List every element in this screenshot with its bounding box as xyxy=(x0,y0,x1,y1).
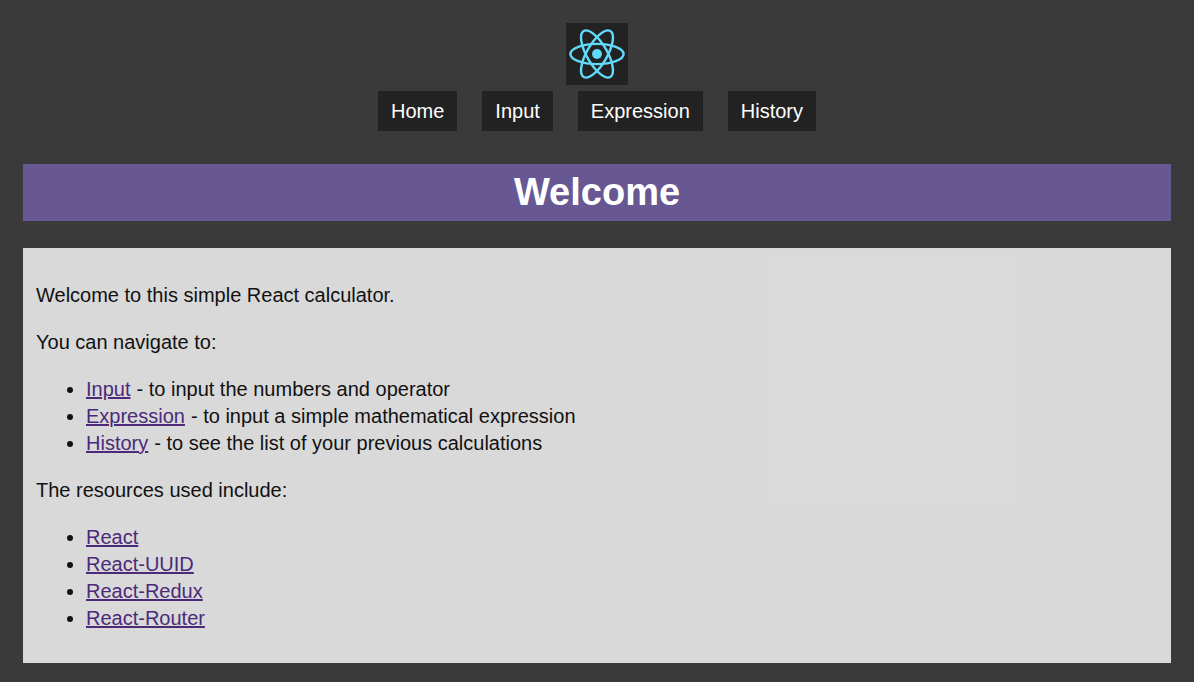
resources-item: React-UUID xyxy=(86,551,1158,578)
resources-item: React xyxy=(86,524,1158,551)
header: Home Input Expression History xyxy=(0,23,1194,131)
page-heading: Welcome xyxy=(23,164,1171,221)
intro-text: Welcome to this simple React calculator. xyxy=(36,282,1158,309)
nav-button[interactable]: History xyxy=(728,91,816,131)
page-link[interactable]: History xyxy=(86,432,148,454)
nav-bar: Home Input Expression History xyxy=(378,91,816,131)
page-description: - to see the list of your previous calcu… xyxy=(154,432,542,454)
resources-label: The resources used include: xyxy=(36,477,1158,504)
page-description: - to input a simple mathematical express… xyxy=(191,405,576,427)
page-description: - to input the numbers and operator xyxy=(136,378,450,400)
pages-item: Expression - to input a simple mathematic… xyxy=(86,403,1158,430)
nav-button[interactable]: Expression xyxy=(578,91,703,131)
react-logo xyxy=(566,23,628,85)
content-panel: Welcome to this simple React calculator.… xyxy=(23,248,1171,663)
page-link[interactable]: Expression xyxy=(86,405,185,427)
pages-item: History - to see the list of your previou… xyxy=(86,430,1158,457)
pages-item: Input - to input the numbers and operator xyxy=(86,376,1158,403)
pages-list: Input - to input the numbers and operator… xyxy=(36,376,1158,457)
resource-link[interactable]: React xyxy=(86,526,138,548)
nav-button[interactable]: Home xyxy=(378,91,457,131)
react-atom-icon xyxy=(568,28,626,80)
page: Home Input Expression History Welcome Welcome… xyxy=(0,0,1194,682)
resource-link[interactable]: React-UUID xyxy=(86,553,194,575)
resource-link[interactable]: React-Router xyxy=(86,607,205,629)
resources-item: React-Router xyxy=(86,605,1158,632)
navigate-label: You can navigate to: xyxy=(36,329,1158,356)
page-link[interactable]: Input xyxy=(86,378,130,400)
resource-link[interactable]: React-Redux xyxy=(86,580,203,602)
resources-list: React React-UUID React-Redux React-Router xyxy=(36,524,1158,632)
resources-item: React-Redux xyxy=(86,578,1158,605)
nav-button[interactable]: Input xyxy=(482,91,552,131)
